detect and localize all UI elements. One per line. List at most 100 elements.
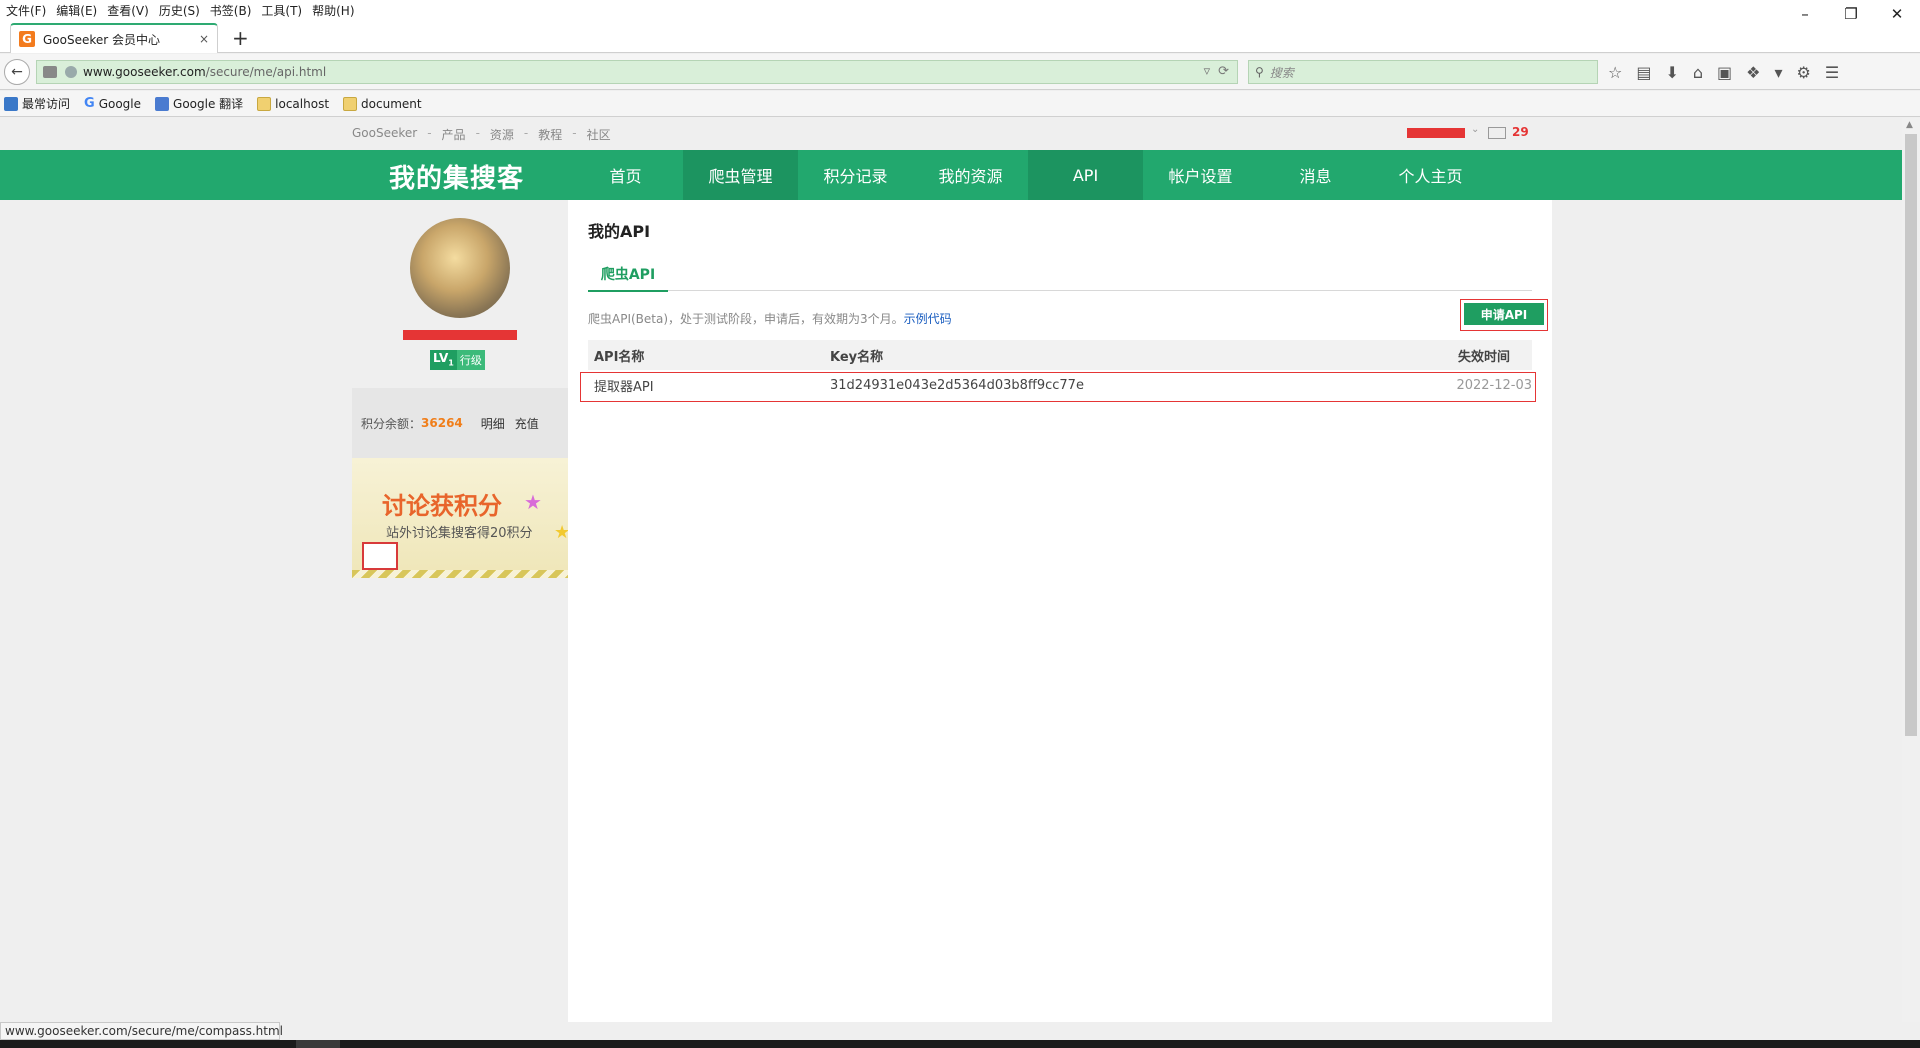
points-panel: 积分余额： 36264 明细 充值 — [352, 388, 568, 458]
taskbar-active-item[interactable] — [296, 1040, 340, 1048]
tab-title: GooSeeker 会员中心 — [43, 32, 161, 47]
site-crumbs: GooSeeker - 产品 - 资源 - 教程 - 社区 — [352, 126, 611, 143]
crumb-community[interactable]: 社区 — [587, 126, 611, 143]
crumb-gooseeker[interactable]: GooSeeker — [352, 126, 417, 143]
bookmark-label: Google — [98, 96, 142, 111]
nav-account-settings[interactable]: 帐户设置 — [1143, 150, 1258, 200]
url-bar[interactable]: www.gooseeker.com/secure/me/api.html ▿ ⟳ — [36, 60, 1238, 84]
url-path: /secure/me/api.html — [205, 65, 327, 79]
level-number: 1 — [448, 358, 454, 368]
menu-file[interactable]: 文件(F) — [6, 2, 46, 19]
bookmark-google[interactable]: G Google — [84, 96, 141, 111]
menu-history[interactable]: 历史(S) — [159, 2, 200, 19]
nav-points-record[interactable]: 积分记录 — [798, 150, 913, 200]
google-icon: G — [84, 96, 95, 111]
header-expire-time: 失效时间 — [1457, 349, 1510, 365]
bookmark-most-visited[interactable]: 最常访问 — [4, 95, 70, 112]
recharge-link[interactable]: 充值 — [515, 415, 539, 432]
chevron-down-icon[interactable]: ⌄ — [1471, 124, 1479, 135]
reload-icon[interactable]: ⟳ — [1218, 64, 1229, 79]
crumb-separator: - — [427, 126, 432, 140]
crumb-products[interactable]: 产品 — [442, 126, 466, 143]
gooseeker-favicon-icon: G — [19, 31, 35, 47]
bookmarks-bar: 最常访问 G Google Google 翻译 localhost docume… — [0, 91, 1920, 117]
hamburger-menu-icon[interactable]: ☰ — [1825, 63, 1839, 82]
menu-help[interactable]: 帮助(H) — [312, 2, 354, 19]
nav-my-resources[interactable]: 我的资源 — [913, 150, 1028, 200]
tab-close-icon[interactable]: × — [199, 32, 209, 46]
nav-messages[interactable]: 消息 — [1258, 150, 1373, 200]
mail-icon[interactable] — [1488, 127, 1506, 139]
site-nav-bar: 我的集搜客 首页 爬虫管理 积分记录 我的资源 API 帐户设置 消息 个人主页 — [0, 150, 1902, 200]
scrollbar-thumb[interactable] — [1905, 134, 1917, 736]
crumb-separator: - — [475, 126, 480, 140]
menu-bookmarks[interactable]: 书签(B) — [210, 2, 252, 19]
os-taskbar — [0, 1040, 1920, 1048]
extension-menu-icon[interactable]: ▾ — [1775, 63, 1783, 82]
table-header: API名称 Key名称 失效时间 — [588, 340, 1532, 370]
extension-icon[interactable]: ❖ — [1746, 63, 1760, 82]
star-icon: ★ — [524, 490, 542, 514]
url-actions: ▿ ⟳ — [1204, 64, 1229, 79]
redacted-username[interactable] — [1407, 128, 1465, 138]
folder-icon — [257, 96, 272, 111]
star-icon: ★ — [554, 522, 568, 543]
menu-bar: 文件(F) 编辑(E) 查看(V) 历史(S) 书签(B) 工具(T) 帮助(H… — [0, 0, 1920, 23]
browser-tab[interactable]: G GooSeeker 会员中心 × — [10, 23, 218, 53]
url-host: www.gooseeker.com — [83, 65, 206, 79]
nav-api[interactable]: API — [1028, 150, 1143, 200]
page-info-icon[interactable] — [43, 66, 57, 78]
navigation-bar: ← www.gooseeker.com/secure/me/api.html ▿… — [0, 54, 1920, 90]
reader-icon[interactable]: ▣ — [1717, 63, 1732, 82]
home-icon[interactable]: ⌂ — [1693, 63, 1703, 82]
apply-api-button[interactable]: 申请API — [1464, 303, 1544, 325]
sync-icon[interactable]: ⚙ — [1797, 63, 1811, 82]
bookmark-star-icon[interactable]: ☆ — [1608, 63, 1622, 82]
tab-crawler-api[interactable]: 爬虫API — [588, 264, 668, 292]
nav-home[interactable]: 首页 — [568, 150, 683, 200]
search-placeholder: 搜索 — [1269, 65, 1294, 80]
points-detail-link[interactable]: 明细 — [481, 415, 505, 432]
gift-icon — [362, 542, 398, 570]
site-top-links: GooSeeker - 产品 - 资源 - 教程 - 社区 ⌄ 29 — [0, 118, 1902, 150]
example-code-link[interactable]: 示例代码 — [904, 312, 952, 326]
crumb-tutorials[interactable]: 教程 — [538, 126, 562, 143]
scroll-up-icon[interactable]: ▲ — [1906, 120, 1913, 130]
page-scrollbar[interactable]: ▲ — [1902, 118, 1920, 1022]
url-text: www.gooseeker.com/secure/me/api.html — [83, 65, 326, 79]
menu-edit[interactable]: 编辑(E) — [56, 2, 97, 19]
dropdown-history-icon[interactable]: ▿ — [1204, 64, 1211, 79]
crumb-separator: - — [572, 126, 577, 140]
bookmark-google-translate[interactable]: Google 翻译 — [155, 95, 243, 112]
api-content: 我的API 爬虫API 爬虫API(Beta)，处于测试阶段，申请后，有效期为3… — [568, 200, 1552, 1022]
subtab-divider — [588, 290, 1532, 291]
bookmark-label: localhost — [275, 96, 330, 111]
bookmark-label: 最常访问 — [22, 97, 71, 111]
mail-count[interactable]: 29 — [1512, 125, 1529, 139]
back-arrow-icon[interactable]: ← — [4, 59, 30, 85]
avatar[interactable] — [410, 218, 510, 318]
nav-crawler-management[interactable]: 爬虫管理 — [683, 150, 798, 200]
menu-view[interactable]: 查看(V) — [107, 2, 149, 19]
crumb-resources[interactable]: 资源 — [490, 126, 514, 143]
main-nav: 首页 爬虫管理 积分记录 我的资源 API 帐户设置 消息 个人主页 — [568, 150, 1488, 200]
header-api-name: API名称 — [594, 349, 645, 365]
site-brand[interactable]: 我的集搜客 — [389, 158, 524, 195]
tab-bar: G GooSeeker 会员中心 × + — [0, 20, 1920, 53]
new-tab-button[interactable]: + — [232, 26, 249, 50]
level-badge: LV1 行级 — [430, 350, 485, 370]
menu-list: 文件(F) 编辑(E) 查看(V) 历史(S) 书签(B) 工具(T) 帮助(H… — [6, 2, 355, 19]
menu-tools[interactable]: 工具(T) — [261, 2, 302, 19]
promo-banner[interactable]: 讨论获积分 ★ 站外讨论集搜客得20积分 ★ — [352, 458, 568, 578]
reading-list-icon[interactable]: ▤ — [1636, 63, 1651, 82]
bookmark-label: document — [361, 96, 422, 111]
bookmark-document[interactable]: document — [343, 96, 422, 111]
points-value: 36264 — [421, 416, 463, 430]
download-icon[interactable]: ⬇ — [1665, 63, 1678, 82]
level-name: 行级 — [456, 350, 485, 370]
nav-personal-page[interactable]: 个人主页 — [1373, 150, 1488, 200]
status-bar: www.gooseeker.com/secure/me/compass.html — [0, 1022, 283, 1040]
page-title: 我的API — [588, 222, 651, 241]
bookmark-localhost[interactable]: localhost — [257, 96, 330, 111]
search-input[interactable]: ⚲ 搜索 — [1248, 60, 1598, 84]
